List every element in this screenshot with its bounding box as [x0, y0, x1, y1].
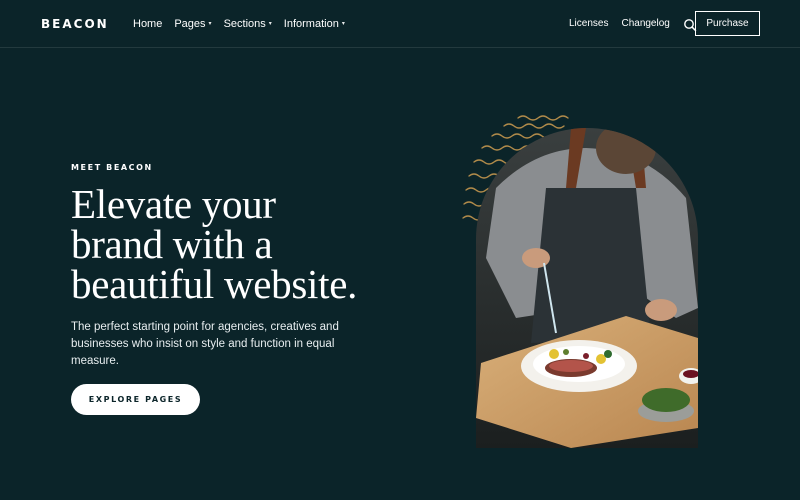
nav-item-label: Information	[283, 18, 339, 30]
logo[interactable]: BEACON	[41, 16, 109, 32]
explore-pages-button[interactable]: EXPLORE PAGES	[71, 384, 200, 415]
nav-item-pages[interactable]: Pages ▾	[174, 16, 211, 32]
nav-item-label: Sections	[223, 18, 266, 30]
nav-item-label: Pages	[174, 18, 206, 30]
nav-item-label: Home	[133, 18, 163, 30]
caret-down-icon: ▾	[341, 21, 345, 27]
hero-subtext: The perfect starting point for agencies,…	[71, 321, 339, 367]
nav-item-information[interactable]: Information ▾	[284, 16, 345, 32]
headline-line: Elevate your	[71, 181, 276, 227]
headline-line: brand with a	[71, 221, 273, 267]
hero-photo-chef-plating	[476, 128, 698, 448]
secondary-nav: Licenses Changelog	[569, 16, 697, 32]
nav-link-licenses[interactable]: Licenses	[569, 16, 608, 32]
caret-down-icon: ▾	[268, 21, 272, 27]
purchase-button[interactable]: Purchase	[695, 11, 760, 36]
headline-line: beautiful website.	[71, 261, 358, 307]
caret-down-icon: ▾	[208, 21, 212, 27]
nav-link-changelog[interactable]: Changelog	[621, 16, 669, 32]
nav-item-sections[interactable]: Sections ▾	[224, 16, 272, 32]
nav-item-home[interactable]: Home	[133, 16, 162, 32]
hero-eyebrow: MEET BEACON	[71, 163, 153, 172]
site-header: BEACON Home Pages ▾ Sections ▾ Informati…	[0, 0, 800, 48]
hero-headline: Elevate your brand with a beautiful webs…	[71, 181, 451, 307]
primary-nav: Home Pages ▾ Sections ▾ Information ▾	[133, 16, 345, 32]
